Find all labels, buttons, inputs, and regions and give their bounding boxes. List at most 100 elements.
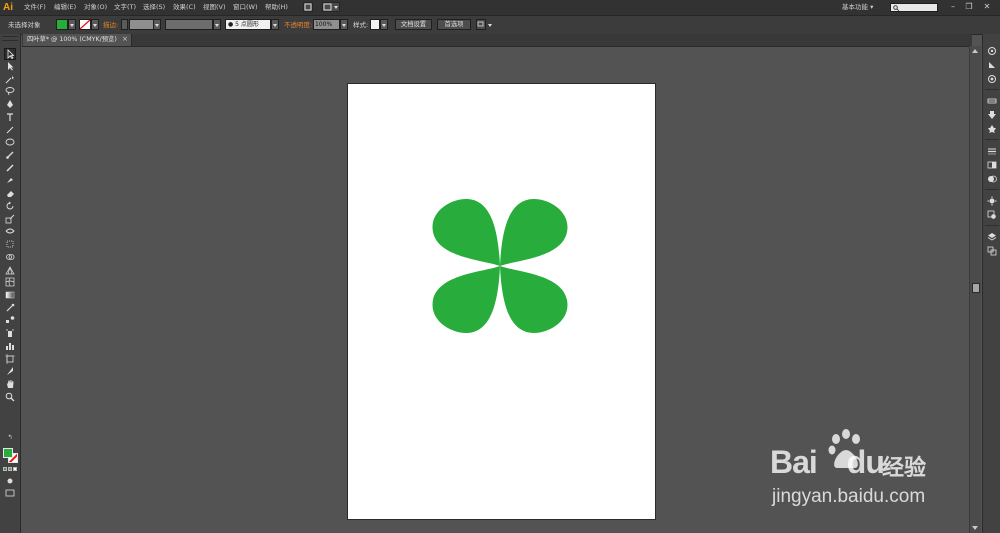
- draw-mode-icon[interactable]: [4, 476, 16, 488]
- menu-type[interactable]: 文字(T): [114, 2, 136, 13]
- stroke-weight-dropdown[interactable]: [153, 19, 161, 30]
- graphic-style-dropdown[interactable]: [380, 19, 388, 30]
- stroke-weight-field[interactable]: [129, 19, 154, 30]
- eyedropper-tool-icon[interactable]: [4, 303, 16, 315]
- stroke-weight-stepper[interactable]: [121, 19, 128, 30]
- scroll-thumb[interactable]: [972, 283, 980, 293]
- fill-color-swatch[interactable]: [56, 19, 68, 30]
- selection-tool-icon[interactable]: [4, 48, 16, 60]
- layers-panel-icon[interactable]: [986, 232, 998, 244]
- paintbrush-tool-icon[interactable]: [4, 150, 16, 162]
- rotate-tool-icon[interactable]: [4, 201, 16, 213]
- color-panel-icon[interactable]: [986, 46, 998, 58]
- menu-file[interactable]: 文件(F): [24, 2, 46, 13]
- clover-leaves[interactable]: [432, 199, 568, 333]
- gradient-mode-button[interactable]: [8, 467, 12, 471]
- graphic-styles-panel-icon[interactable]: [986, 124, 998, 136]
- preferences-button[interactable]: 首选项: [437, 19, 471, 30]
- artboards-panel-icon[interactable]: [986, 246, 998, 258]
- scroll-down-icon[interactable]: [972, 526, 978, 530]
- brush-dropdown[interactable]: [271, 19, 279, 30]
- menu-edit[interactable]: 编辑(E): [54, 2, 76, 13]
- mesh-tool-icon[interactable]: [4, 277, 16, 289]
- restore-button[interactable]: ❐: [962, 1, 976, 13]
- transparency-panel-icon[interactable]: [986, 174, 998, 186]
- direct-selection-tool-icon[interactable]: [4, 61, 16, 73]
- graphic-style-swatch[interactable]: [370, 19, 380, 30]
- blend-tool-icon[interactable]: [4, 315, 16, 327]
- symbols-panel-icon[interactable]: [986, 110, 998, 122]
- eraser-tool-icon[interactable]: [4, 188, 16, 200]
- graphic-styles-alt-icon[interactable]: [986, 210, 998, 222]
- color-mode-button[interactable]: [3, 467, 7, 471]
- document-setup-button[interactable]: 文档设置: [395, 19, 432, 30]
- swatches-panel-icon[interactable]: [986, 74, 998, 86]
- zoom-tool-icon[interactable]: [4, 392, 16, 404]
- fill-color-box[interactable]: [3, 448, 13, 458]
- color-guide-icon[interactable]: [986, 60, 998, 72]
- magic-wand-tool-icon[interactable]: [4, 74, 16, 86]
- variable-width-dropdown[interactable]: [213, 19, 221, 30]
- lasso-tool-icon[interactable]: [4, 86, 16, 98]
- opacity-field[interactable]: 100%: [313, 19, 340, 30]
- menu-window[interactable]: 窗口(W): [233, 2, 258, 13]
- free-transform-tool-icon[interactable]: [4, 239, 16, 251]
- close-window-button[interactable]: ✕: [980, 1, 994, 13]
- column-graph-tool-icon[interactable]: [4, 341, 16, 353]
- pencil-tool-icon[interactable]: [4, 163, 16, 175]
- bridge-button[interactable]: [303, 2, 313, 12]
- artboard-tool-icon[interactable]: [4, 354, 16, 366]
- fill-dropdown[interactable]: [68, 19, 76, 30]
- line-tool-icon[interactable]: [4, 125, 16, 137]
- scroll-up-icon[interactable]: [972, 49, 978, 53]
- width-tool-icon[interactable]: [4, 226, 16, 238]
- stroke-dropdown[interactable]: [91, 19, 99, 30]
- symbol-sprayer-tool-icon[interactable]: [4, 328, 16, 340]
- watermark-logo-bai: Bai: [770, 444, 818, 480]
- swap-fill-stroke-icon[interactable]: ↰: [4, 434, 16, 442]
- perspective-grid-tool-icon[interactable]: [4, 265, 16, 277]
- pen-tool-icon[interactable]: [4, 99, 16, 111]
- ellipse-tool-icon[interactable]: [4, 137, 16, 149]
- vertical-scrollbar[interactable]: [969, 46, 981, 533]
- variable-width-profile[interactable]: [165, 19, 213, 30]
- menu-help[interactable]: 帮助(H): [265, 2, 288, 13]
- stroke-panel-icon[interactable]: [986, 146, 998, 158]
- arrange-documents-button[interactable]: [322, 2, 340, 12]
- menu-view[interactable]: 视图(V): [203, 2, 226, 13]
- panel-menu-dropdown[interactable]: [486, 19, 494, 30]
- none-mode-button[interactable]: [13, 467, 17, 471]
- menu-effect[interactable]: 效果(C): [173, 2, 196, 13]
- stroke-label[interactable]: 描边:: [103, 20, 118, 31]
- scale-tool-icon[interactable]: [4, 214, 16, 226]
- brushes-panel-icon[interactable]: [986, 96, 998, 108]
- slice-tool-icon[interactable]: [4, 366, 16, 378]
- screen-mode-icon[interactable]: [4, 488, 16, 500]
- gradient-panel-icon[interactable]: [986, 160, 998, 172]
- opacity-dropdown[interactable]: [340, 19, 348, 30]
- workspace-switcher[interactable]: 基本功能 ▾: [842, 2, 873, 13]
- brush-definition-field[interactable]: ● 5 点圆形: [225, 19, 271, 30]
- watermark-url: jingyan.baidu.com: [772, 486, 926, 507]
- baidu-jingyan-watermark: Bai du 经验 jingyan.baidu.com: [770, 428, 950, 513]
- menu-select[interactable]: 选择(S): [143, 2, 165, 13]
- close-tab-icon[interactable]: ×: [122, 34, 128, 45]
- document-tab[interactable]: 四叶草* @ 100% (CMYK/预览) ×: [23, 34, 132, 46]
- appearance-panel-icon[interactable]: [986, 196, 998, 208]
- arrange-documents-icon: [323, 3, 338, 11]
- menu-object[interactable]: 对象(O): [84, 2, 107, 13]
- shape-builder-tool-icon[interactable]: [4, 252, 16, 264]
- gradient-tool-icon[interactable]: [4, 290, 16, 302]
- toolbar-grip[interactable]: [2, 36, 18, 41]
- stroke-color-swatch[interactable]: [79, 19, 91, 30]
- blob-brush-tool-icon[interactable]: [4, 175, 16, 187]
- hand-tool-icon[interactable]: [4, 379, 16, 391]
- arrange-icon-button[interactable]: [476, 19, 486, 30]
- type-tool-icon[interactable]: [4, 112, 16, 124]
- four-leaf-clover-artwork[interactable]: [432, 198, 568, 334]
- opacity-label[interactable]: 不透明度:: [284, 20, 312, 31]
- minimize-button[interactable]: –: [946, 1, 960, 13]
- artboard[interactable]: [347, 83, 656, 520]
- opacity-value: 100%: [315, 21, 333, 28]
- search-input[interactable]: [890, 3, 938, 12]
